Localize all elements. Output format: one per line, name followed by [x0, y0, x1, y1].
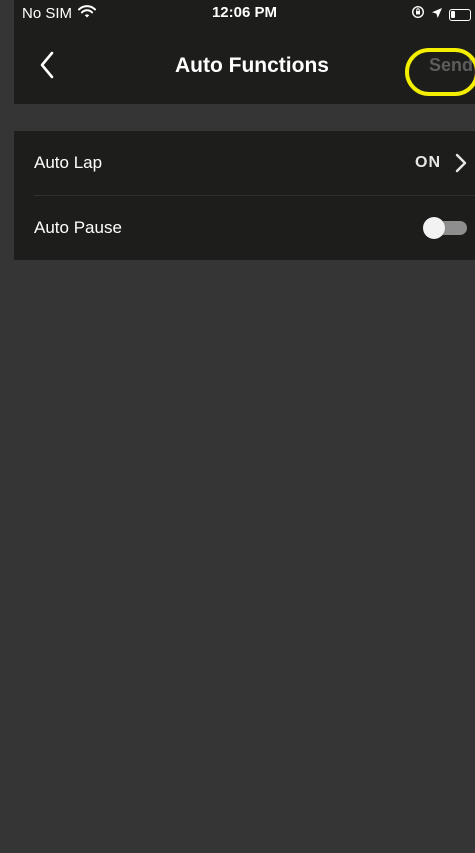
toggle-knob: [423, 217, 445, 239]
location-arrow-icon: [431, 6, 443, 24]
status-time: 12:06 PM: [211, 4, 278, 21]
setting-value-auto-lap: ON: [415, 154, 441, 171]
chevron-right-icon: [455, 153, 467, 173]
auto-pause-toggle[interactable]: [423, 216, 469, 240]
settings-list: Auto Lap ON Auto Pause: [14, 131, 475, 260]
send-button[interactable]: Send: [429, 54, 473, 76]
setting-row-auto-pause: Auto Pause: [14, 196, 475, 260]
section-spacer: [14, 104, 475, 131]
battery-icon: [449, 8, 471, 21]
orientation-lock-icon: [411, 5, 425, 24]
phone-screen: No SIM 12:06 PM Auto Functions Send Auto…: [14, 0, 475, 853]
navigation-bar: Auto Functions Send: [14, 26, 475, 104]
setting-label-auto-lap: Auto Lap: [34, 153, 103, 172]
page-title: Auto Functions: [175, 54, 329, 77]
status-right: [411, 5, 471, 24]
battery-level: [451, 10, 455, 18]
status-bar: No SIM 12:06 PM: [14, 0, 475, 26]
setting-label-auto-pause: Auto Pause: [34, 218, 122, 237]
setting-row-auto-lap[interactable]: Auto Lap ON: [14, 131, 475, 196]
